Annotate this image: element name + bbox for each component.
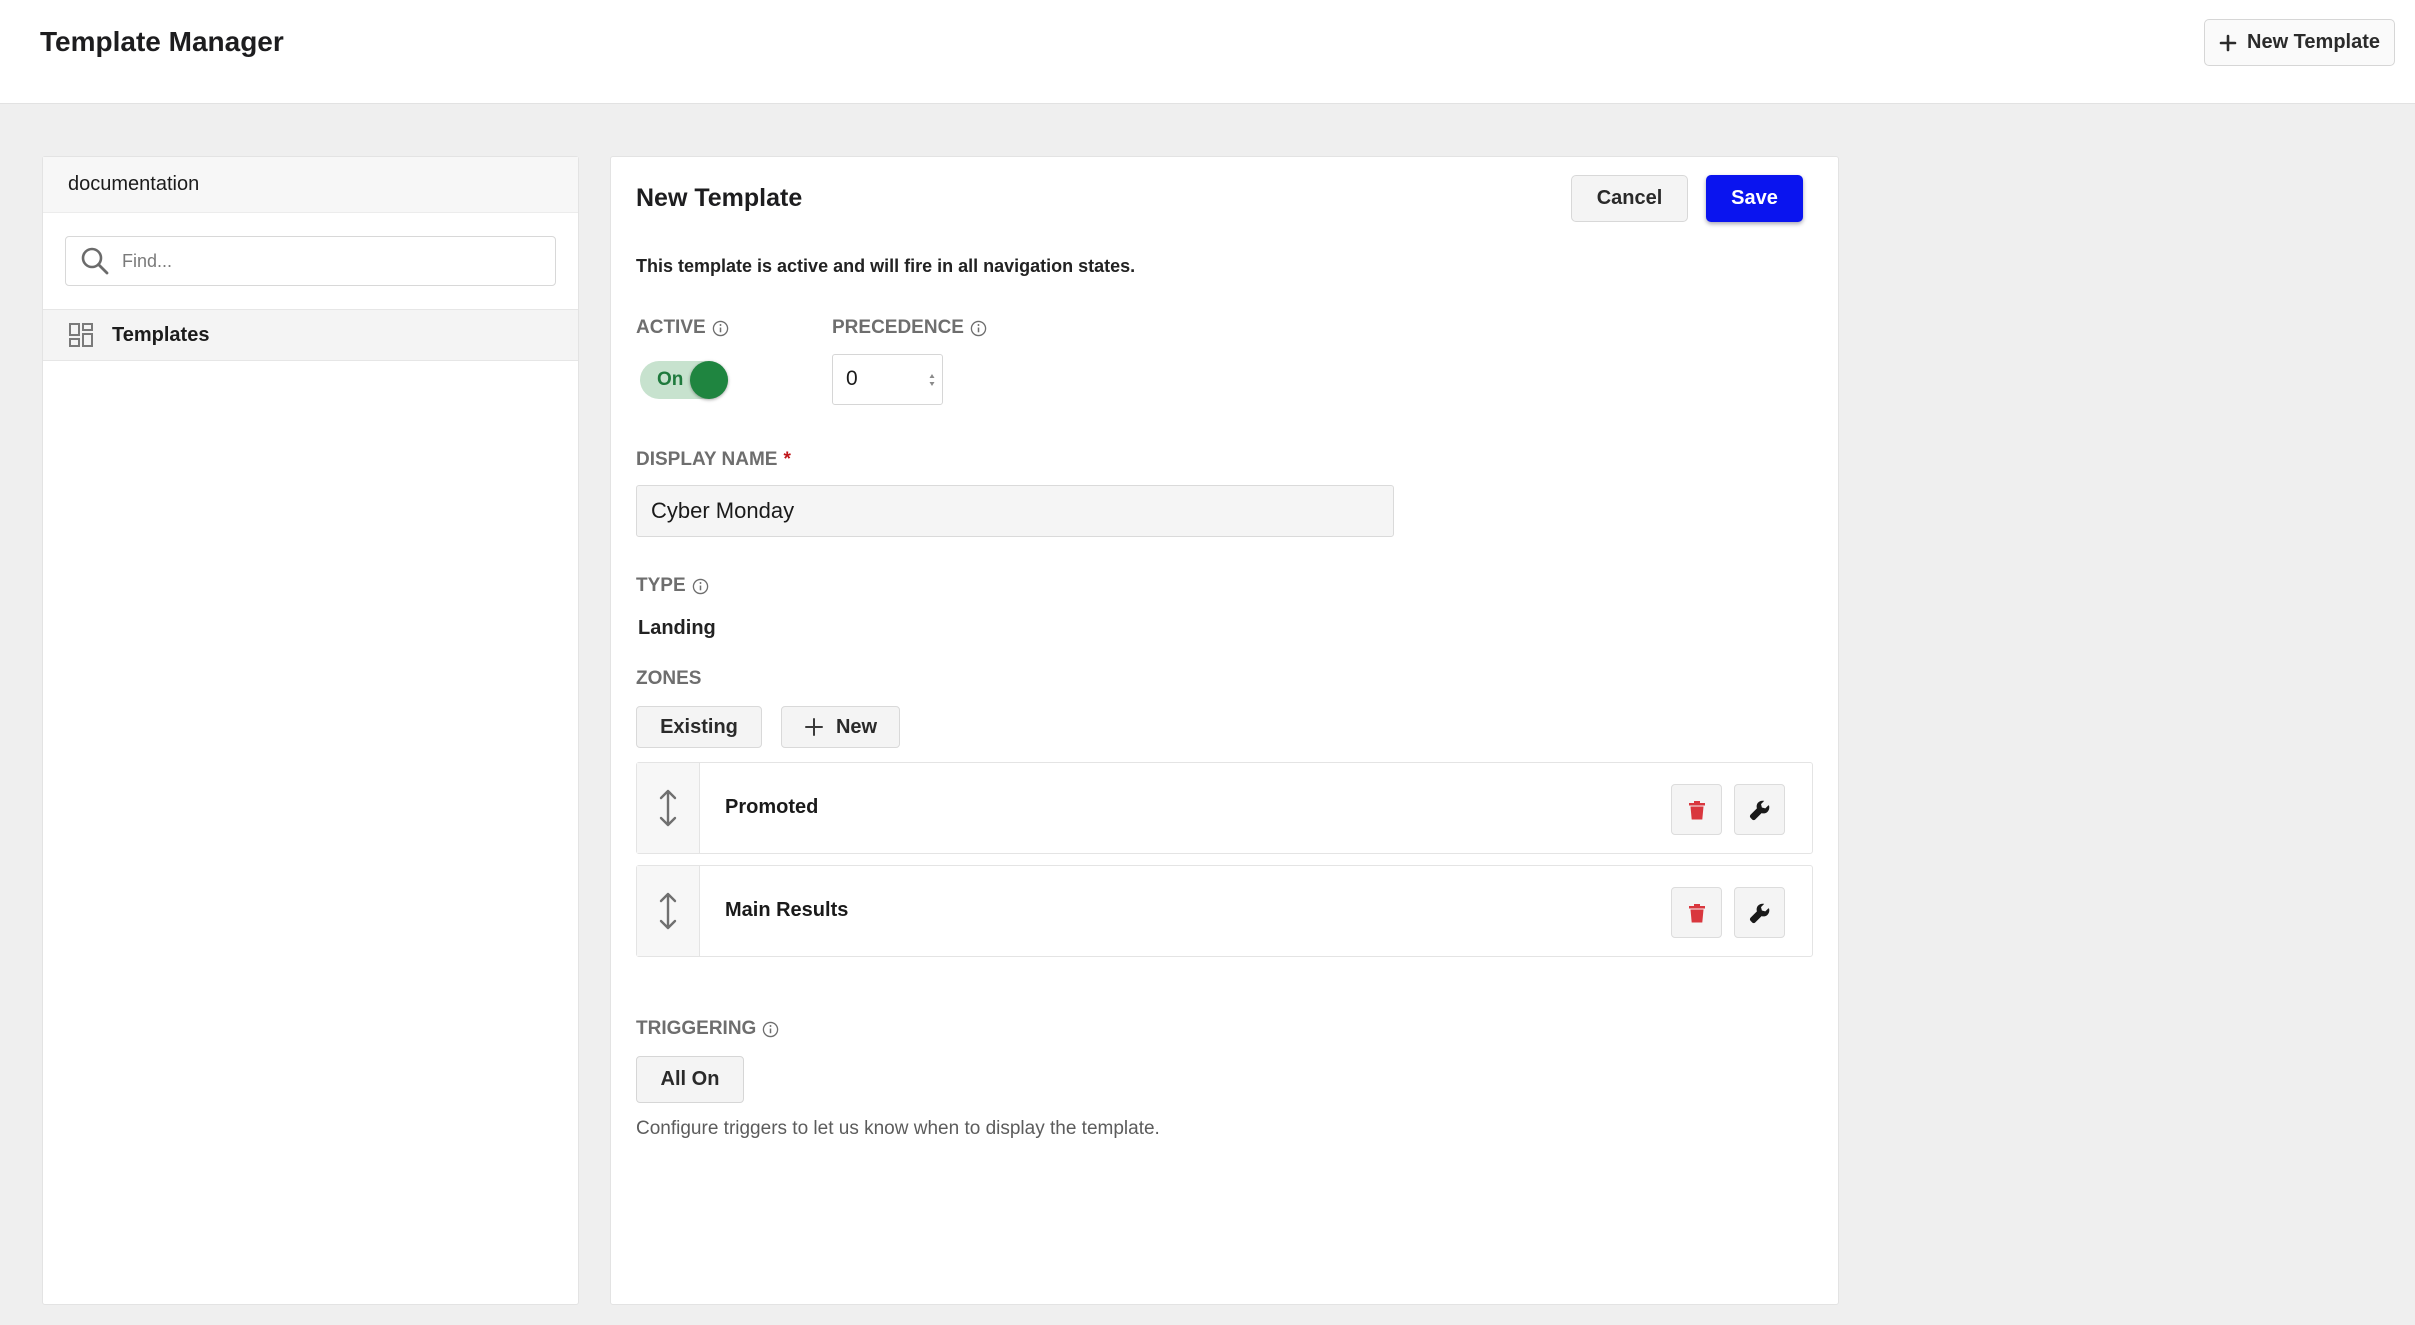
toggle-knob <box>690 361 728 399</box>
triggering-help-text: Configure triggers to let us know when t… <box>636 1118 1160 1139</box>
info-icon[interactable] <box>762 1021 779 1038</box>
top-bar: Template Manager New Template <box>0 0 2415 104</box>
sidebar-item-templates[interactable]: Templates <box>43 309 578 361</box>
plus-icon <box>2219 34 2237 51</box>
zone-name: Main Results <box>725 899 849 921</box>
zone-row: Main Results <box>636 865 1813 957</box>
active-toggle[interactable]: On <box>640 361 728 399</box>
required-marker: * <box>783 449 791 470</box>
new-template-label: New Template <box>2247 31 2380 53</box>
wrench-icon <box>1749 800 1769 820</box>
display-name-input[interactable]: Cyber Monday <box>636 485 1394 537</box>
search-box[interactable] <box>65 236 556 286</box>
cancel-button[interactable]: Cancel <box>1571 175 1688 222</box>
sidebar-heading: documentation <box>43 157 578 213</box>
drag-handle[interactable] <box>637 866 700 956</box>
new-zone-button[interactable]: New <box>781 706 900 748</box>
trash-icon <box>1688 800 1705 819</box>
delete-zone-button[interactable] <box>1671 887 1722 938</box>
new-template-button[interactable]: New Template <box>2204 19 2395 66</box>
configure-zone-button[interactable] <box>1734 887 1785 938</box>
existing-zone-button[interactable]: Existing <box>636 706 762 748</box>
triggering-label-text: TRIGGERING <box>636 1018 757 1039</box>
existing-zone-label: Existing <box>660 715 738 738</box>
new-zone-label: New <box>835 715 878 738</box>
delete-zone-button[interactable] <box>1671 784 1722 835</box>
type-label: TYPE <box>636 575 709 597</box>
active-notice: This template is active and will fire in… <box>636 256 1136 276</box>
drag-handle[interactable] <box>637 763 700 853</box>
zone-name: Promoted <box>725 796 819 818</box>
toggle-state-text: On <box>657 369 684 390</box>
zone-row: Promoted <box>636 762 1813 854</box>
drag-arrows-icon <box>659 789 677 827</box>
type-label-text: TYPE <box>636 575 686 596</box>
active-label-text: ACTIVE <box>636 317 706 338</box>
sidebar: documentation Templates <box>42 156 579 1305</box>
search-icon <box>81 247 109 275</box>
configure-zone-button[interactable] <box>1734 784 1785 835</box>
stepper-icon[interactable] <box>928 373 936 387</box>
drag-arrows-icon <box>659 892 677 930</box>
all-on-button[interactable]: All On <box>636 1056 744 1103</box>
precedence-input[interactable]: 0 <box>832 354 943 405</box>
active-label: ACTIVE <box>636 317 729 339</box>
wrench-icon <box>1749 903 1769 923</box>
grid-icon <box>69 323 93 347</box>
plus-icon <box>804 718 823 736</box>
zones-label: ZONES <box>636 668 701 690</box>
zones-label-text: ZONES <box>636 668 702 689</box>
info-icon[interactable] <box>712 320 729 337</box>
display-name-label: DISPLAY NAME * <box>636 449 791 471</box>
precedence-value: 0 <box>846 367 858 390</box>
triggering-label: TRIGGERING <box>636 1018 779 1040</box>
form-title: New Template <box>636 184 803 212</box>
save-button[interactable]: Save <box>1706 175 1803 222</box>
display-name-label-text: DISPLAY NAME <box>636 449 778 470</box>
app-title: Template Manager <box>40 26 284 57</box>
info-icon[interactable] <box>692 578 709 595</box>
template-form-panel: New Template Cancel Save This template i… <box>610 156 1839 1305</box>
info-icon[interactable] <box>970 320 987 337</box>
sidebar-item-label: Templates <box>112 323 210 346</box>
precedence-label: PRECEDENCE <box>832 317 987 339</box>
precedence-label-text: PRECEDENCE <box>832 317 964 338</box>
search-input[interactable] <box>122 250 522 272</box>
trash-icon <box>1688 903 1705 922</box>
type-value: Landing <box>638 617 716 639</box>
